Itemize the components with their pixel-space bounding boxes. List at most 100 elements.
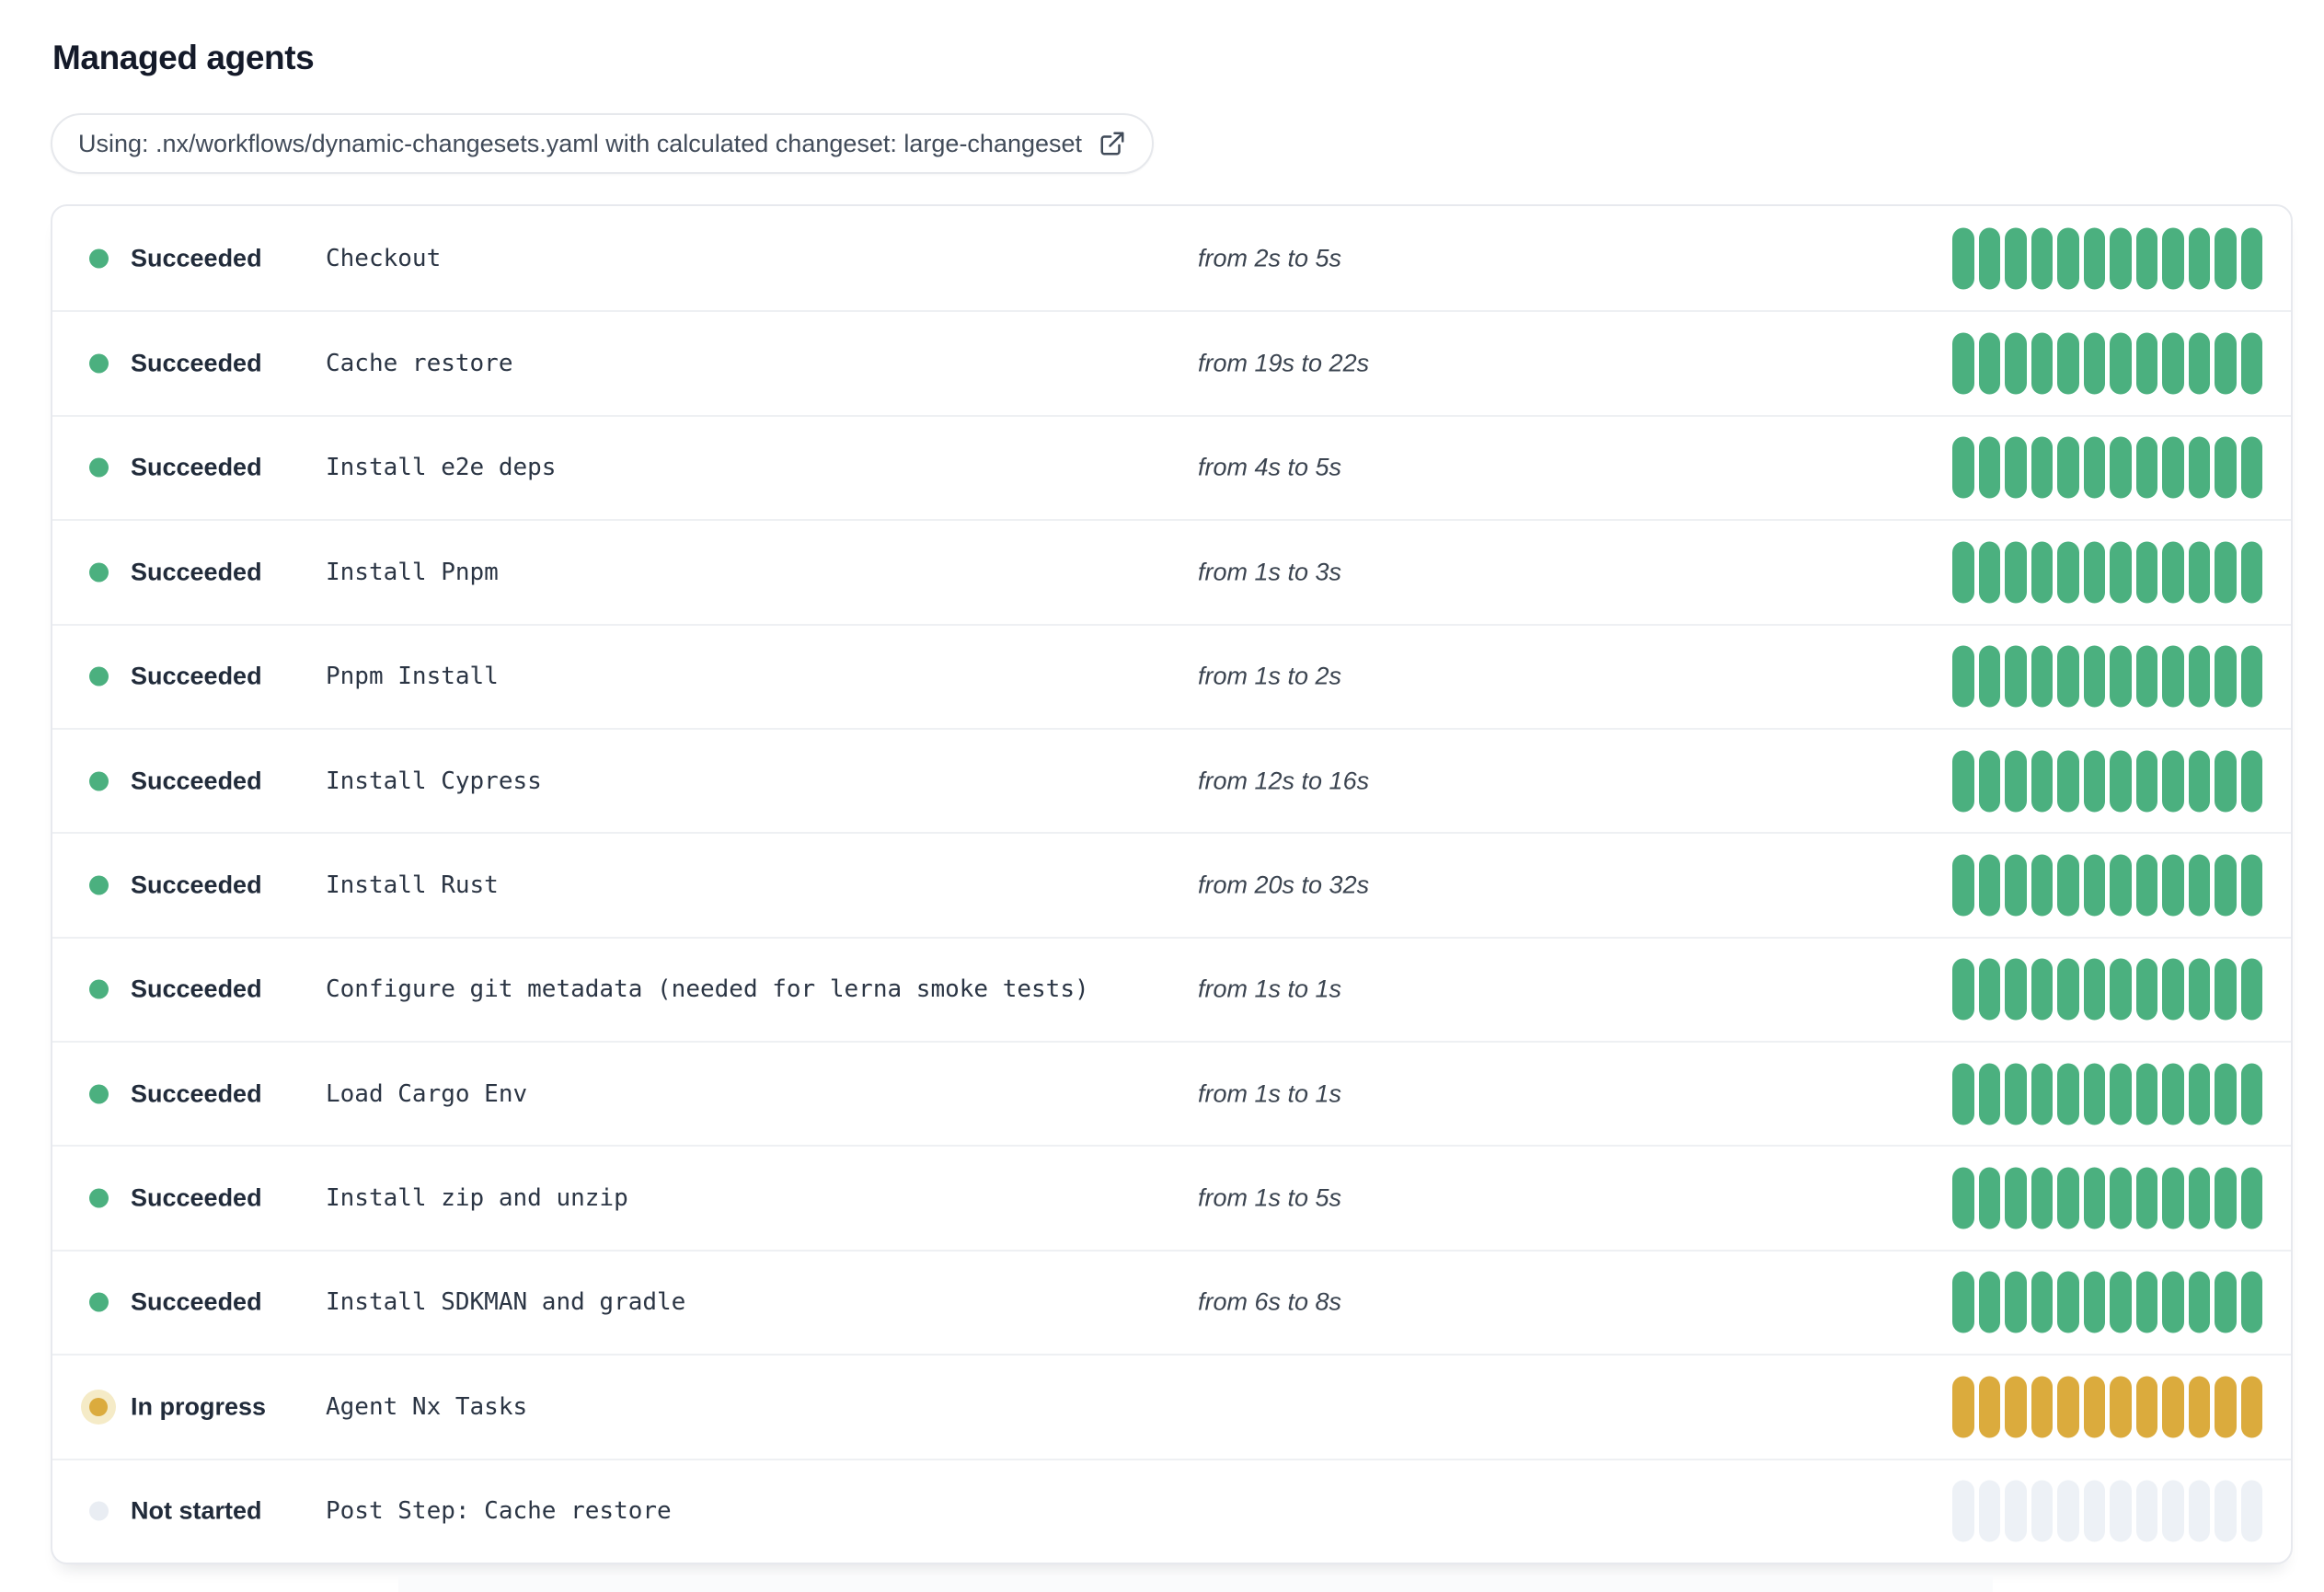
- progress-segment: [2240, 1271, 2262, 1333]
- progress-segment: [2188, 645, 2210, 708]
- status-label: Succeeded: [131, 871, 262, 899]
- progress-segment: [1978, 436, 2000, 499]
- progress-segment: [2162, 1063, 2184, 1125]
- agent-step-row[interactable]: Not started Post Step: Cache restore: [52, 1458, 2291, 1563]
- progress-segment: [1978, 1376, 2000, 1438]
- progress-segment: [2215, 1376, 2237, 1438]
- progress-segment: [2057, 750, 2079, 813]
- progress-segments: [1952, 436, 2262, 499]
- progress-segment: [2135, 1167, 2157, 1229]
- progress-segment: [2215, 958, 2237, 1021]
- progress-segment: [1952, 436, 1974, 499]
- progress-segment: [2005, 1271, 2027, 1333]
- workflow-banner[interactable]: Using: .nx/workflows/dynamic-changesets.…: [51, 113, 1155, 174]
- progress-segments: [1952, 1063, 2262, 1125]
- progress-segments: [1952, 1271, 2262, 1333]
- progress-segment: [2110, 1063, 2132, 1125]
- progress-segment: [2162, 1271, 2184, 1333]
- progress-segments: [1952, 750, 2262, 813]
- progress-segment: [2188, 958, 2210, 1021]
- status-dot: [89, 979, 109, 999]
- progress-segment: [2005, 541, 2027, 604]
- progress-segment: [2083, 1271, 2105, 1333]
- agent-step-row[interactable]: Succeeded Install SDKMAN and gradle from…: [52, 1249, 2291, 1354]
- progress-segment: [2057, 436, 2079, 499]
- agent-step-row[interactable]: Succeeded Configure git metadata (needed…: [52, 936, 2291, 1041]
- status-dot: [89, 353, 109, 374]
- agent-step-row[interactable]: Succeeded Install Pnpm from 1s to 3s: [52, 519, 2291, 623]
- progress-segment: [2057, 1167, 2079, 1229]
- progress-segment: [2215, 227, 2237, 290]
- progress-segment: [2240, 958, 2262, 1021]
- progress-segment: [2005, 958, 2027, 1021]
- progress-segment: [2110, 436, 2132, 499]
- progress-segment: [2188, 1271, 2210, 1333]
- progress-segment: [2110, 645, 2132, 708]
- progress-segment: [2031, 1480, 2053, 1542]
- agent-step-row[interactable]: Succeeded Install Rust from 20s to 32s: [52, 832, 2291, 936]
- progress-segment: [2215, 1480, 2237, 1542]
- progress-segment: [2083, 645, 2105, 708]
- progress-segments: [1952, 854, 2262, 917]
- step-name: Post Step: Cache restore: [326, 1497, 672, 1526]
- status-dot: [89, 1292, 109, 1312]
- progress-segment: [2057, 958, 2079, 1021]
- progress-segment: [2162, 854, 2184, 917]
- progress-segment: [2188, 1063, 2210, 1125]
- status-dot: [89, 666, 109, 686]
- step-name: Cache restore: [326, 350, 513, 378]
- progress-segment: [2005, 750, 2027, 813]
- status-label: Succeeded: [131, 975, 262, 1003]
- progress-segment: [2188, 1480, 2210, 1542]
- progress-segment: [1952, 1167, 1974, 1229]
- page-title: Managed agents: [52, 39, 315, 76]
- agent-step-row[interactable]: Succeeded Cache restore from 19s to 22s: [52, 310, 2291, 414]
- progress-segment: [2135, 1376, 2157, 1438]
- progress-segment: [2057, 332, 2079, 395]
- status-label: Not started: [131, 1496, 262, 1525]
- progress-segment: [2215, 1271, 2237, 1333]
- status-dot: [89, 875, 109, 895]
- agent-step-row[interactable]: Succeeded Install Cypress from 12s to 16…: [52, 727, 2291, 832]
- external-link-icon[interactable]: [1099, 130, 1126, 157]
- progress-segment: [2031, 541, 2053, 604]
- progress-segment: [1978, 227, 2000, 290]
- agent-step-row[interactable]: Succeeded Load Cargo Env from 1s to 1s: [52, 1041, 2291, 1145]
- duration-range: from 1s to 2s: [1198, 662, 1342, 690]
- progress-segment: [1978, 1480, 2000, 1542]
- status-dot: [89, 457, 109, 478]
- step-name: Pnpm Install: [326, 663, 499, 691]
- progress-segment: [2110, 1376, 2132, 1438]
- status-dot: [89, 771, 109, 791]
- progress-segment: [2215, 750, 2237, 813]
- progress-segment: [1978, 645, 2000, 708]
- progress-segment: [2135, 227, 2157, 290]
- agent-step-row[interactable]: Succeeded Pnpm Install from 1s to 2s: [52, 623, 2291, 728]
- progress-segment: [2215, 541, 2237, 604]
- progress-segment: [2057, 1376, 2079, 1438]
- progress-segments: [1952, 1376, 2262, 1438]
- status-dot: [89, 1084, 109, 1104]
- duration-range: from 6s to 8s: [1198, 1287, 1342, 1316]
- agent-step-row[interactable]: Succeeded Checkout from 2s to 5s: [52, 206, 2291, 310]
- progress-segment: [2162, 1376, 2184, 1438]
- progress-segment: [2240, 227, 2262, 290]
- progress-segment: [2031, 227, 2053, 290]
- progress-segment: [2135, 1063, 2157, 1125]
- progress-segment: [2188, 750, 2210, 813]
- progress-segment: [2215, 436, 2237, 499]
- step-name: Install zip and unzip: [326, 1184, 628, 1213]
- step-name: Configure git metadata (needed for lerna…: [326, 975, 1089, 1004]
- step-name: Checkout: [326, 244, 442, 272]
- progress-segment: [2031, 1167, 2053, 1229]
- agent-step-row[interactable]: Succeeded Install e2e deps from 4s to 5s: [52, 414, 2291, 519]
- progress-segment: [2135, 750, 2157, 813]
- step-name: Install e2e deps: [326, 454, 557, 482]
- progress-segment: [1978, 958, 2000, 1021]
- progress-segment: [2031, 1063, 2053, 1125]
- progress-segment: [2240, 854, 2262, 917]
- progress-segment: [2083, 332, 2105, 395]
- duration-range: from 1s to 1s: [1198, 975, 1342, 1003]
- agent-step-row[interactable]: In progress Agent Nx Tasks: [52, 1354, 2291, 1458]
- agent-step-row[interactable]: Succeeded Install zip and unzip from 1s …: [52, 1145, 2291, 1249]
